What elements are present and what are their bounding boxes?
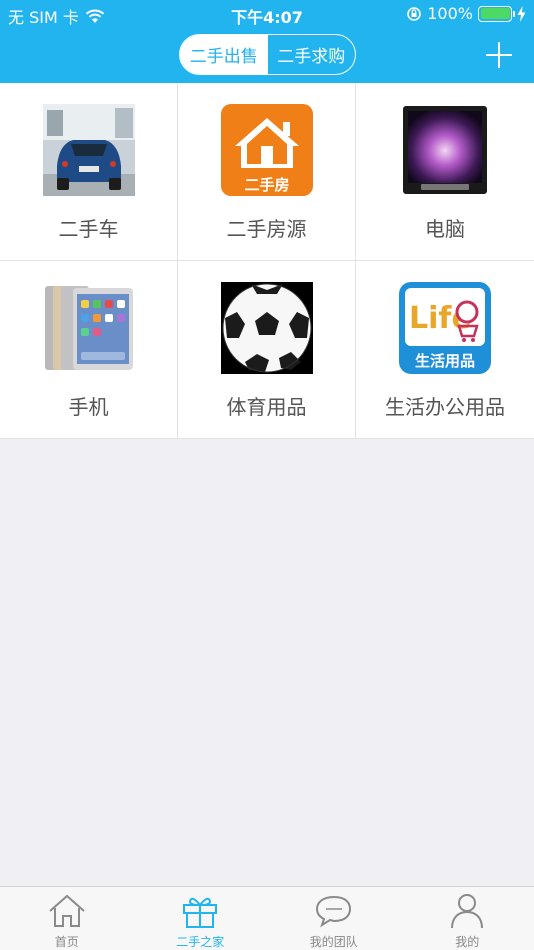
category-computer[interactable]: 电脑: [356, 83, 534, 261]
category-label: 手机: [68, 395, 109, 419]
soccer-ball-thumbnail: [221, 282, 313, 374]
battery-percent: 100%: [427, 4, 473, 23]
tab-second-hand-home[interactable]: 二手之家: [134, 887, 268, 950]
person-icon: [451, 894, 484, 929]
life-image-text: 生活用品: [415, 352, 475, 370]
category-used-car[interactable]: 二手车: [0, 83, 178, 261]
bottom-tab-bar: 首页 二手之家 我的团队 我的: [0, 886, 534, 950]
rotation-lock-icon: [407, 6, 422, 21]
phone-tablet-thumbnail: [43, 282, 135, 374]
category-used-house[interactable]: 二手房 二手房源: [178, 83, 356, 261]
life-goods-thumbnail: Life 生活用品: [399, 282, 491, 374]
plus-icon[interactable]: [486, 42, 512, 68]
segment-sell[interactable]: 二手出售: [180, 35, 268, 74]
tab-label: 我的团队: [309, 935, 358, 949]
category-label: 生活办公用品: [385, 395, 505, 419]
category-label: 二手房源: [226, 217, 307, 241]
category-life-office-goods[interactable]: Life 生活用品 生活办公用品: [356, 261, 534, 439]
status-right-group: 100%: [406, 4, 526, 23]
status-bar: 无 SIM 卡 下午4:07 100%: [0, 0, 534, 28]
tab-my-team[interactable]: 我的团队: [267, 887, 401, 950]
gift-icon: [183, 897, 218, 928]
house-thumbnail: 二手房: [221, 104, 313, 196]
category-label: 体育用品: [226, 395, 307, 419]
charging-bolt-icon: [517, 5, 526, 22]
nav-header: 无 SIM 卡 下午4:07 100% 二手出售 二手求购: [0, 0, 534, 83]
category-sports-goods[interactable]: 体育用品: [178, 261, 356, 439]
category-phone[interactable]: 手机: [0, 261, 178, 439]
segment-buy[interactable]: 二手求购: [268, 35, 356, 74]
tab-label: 二手之家: [176, 935, 225, 949]
chat-bubbles-icon: [315, 895, 351, 928]
category-grid: 二手车 二手房 二手房源 电脑 手机 体育用品 Life 生活用品 生活办公用品: [0, 83, 534, 439]
house-image-text: 二手房: [244, 176, 289, 194]
computer-thumbnail: [399, 104, 491, 196]
tab-mine[interactable]: 我的: [401, 887, 534, 950]
category-label: 电脑: [425, 217, 465, 241]
tab-home[interactable]: 首页: [0, 887, 134, 950]
tab-label: 首页: [54, 935, 79, 949]
home-icon: [49, 894, 85, 927]
tab-label: 我的: [455, 935, 480, 949]
car-thumbnail: [43, 104, 135, 196]
sale-buy-segmented-control: 二手出售 二手求购: [179, 34, 356, 75]
category-label: 二手车: [58, 217, 119, 241]
battery-icon: [478, 5, 515, 22]
